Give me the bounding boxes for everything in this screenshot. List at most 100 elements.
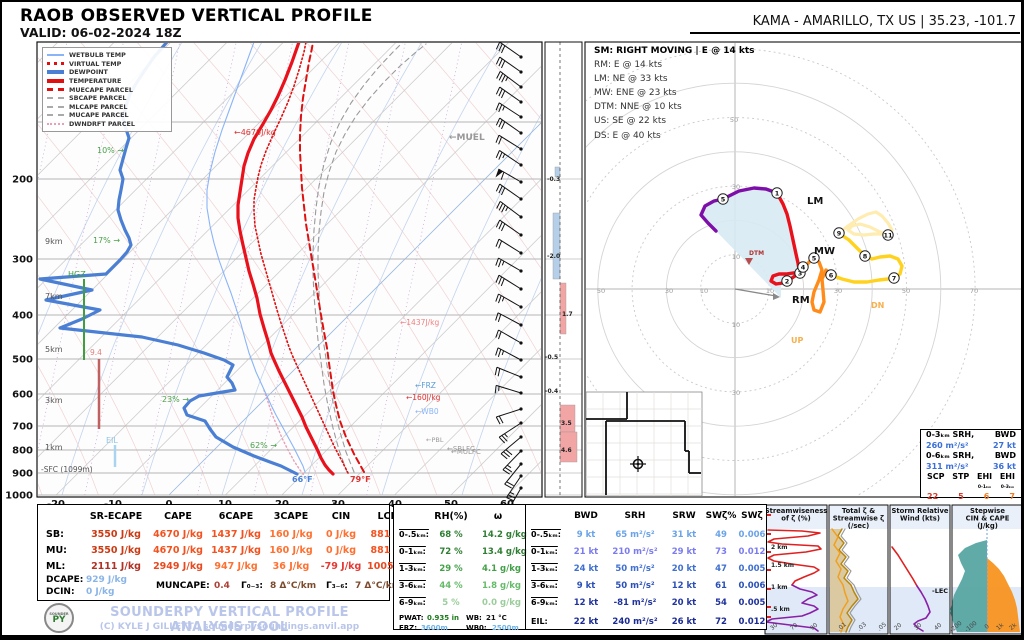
table-value: 947 J/kg — [214, 561, 257, 572]
shear-value: 0.006 — [739, 530, 766, 540]
table-value: 4670 J/kg — [153, 529, 203, 540]
svg-text:66°F: 66°F — [292, 475, 313, 484]
svg-text:DTM: DTM — [749, 250, 764, 257]
dcape-value: 929 J/kg — [86, 575, 127, 585]
svg-text:←WB0: ←WB0 — [415, 407, 439, 416]
table-value: 0 J/kg — [326, 545, 356, 556]
row-label: 1-3ₖₘ: — [531, 564, 558, 573]
row-label: 1-3ₖₘ: — [399, 564, 426, 573]
index-value: 22 — [927, 492, 938, 501]
storm-motion-line: LM: NE @ 33 kts — [594, 74, 784, 84]
legend-swatch — [47, 79, 64, 83]
shear-value: 49 — [715, 530, 727, 540]
srh-06-value: 311 m²/s² — [926, 462, 969, 473]
svg-text:-LEC: -LEC — [932, 587, 948, 595]
legend-item: WETBULB TEMP — [47, 51, 167, 60]
column-header: 3CAPE — [274, 511, 308, 522]
svg-text:4: 4 — [801, 263, 806, 271]
shear-value: 65 m²/s² — [615, 530, 654, 540]
svg-text:←4670J/kg: ←4670J/kg — [234, 128, 276, 137]
svg-text:LM: LM — [807, 196, 823, 207]
bwd-03-label: BWD — [995, 430, 1016, 441]
shear-value: 9 kt — [577, 581, 596, 591]
svg-text:.5 km: .5 km — [771, 606, 790, 613]
shear-value: 22 kt — [574, 617, 599, 627]
muncape-value: 0.4 — [214, 581, 230, 591]
bwd-03-value: 27 kt — [993, 441, 1016, 452]
shear-value: 0.005 — [739, 598, 766, 608]
dcin-value: 0 J/kg — [86, 587, 114, 597]
svg-text:800: 800 — [12, 446, 33, 457]
svg-text:9: 9 — [837, 229, 842, 237]
rh-value: 68 % — [439, 530, 462, 540]
muncape-label: MUNCAPE: — [156, 581, 210, 591]
svg-text:17% →: 17% → — [93, 236, 120, 245]
legend-item: MLCAPE PARCEL — [47, 103, 167, 112]
svg-text:200: 200 — [12, 175, 33, 186]
legend-label: SBCAPE PARCEL — [69, 94, 126, 102]
table-value: -79 J/kg — [321, 561, 362, 572]
shear-value: 54 — [715, 598, 727, 608]
sounding-figure: ←4670J/kg←MUEL10% →17% →9km7km5km3km1km-… — [0, 0, 1024, 640]
column-header: BWD — [574, 511, 598, 521]
srh-03-label: 0-3ₖₘ SRH, — [926, 430, 974, 441]
svg-text:1km: 1km — [45, 443, 63, 452]
svg-text:700: 700 — [12, 422, 33, 433]
lapse03-label: Γ₀₋₃: — [241, 581, 263, 591]
svg-text:1000: 1000 — [5, 491, 33, 502]
frz-label: FRZ: — [399, 624, 417, 632]
mixing-ratio-value: 1.8 g/kg — [482, 581, 521, 591]
shear-value: 0.012 — [739, 547, 766, 557]
storm-motion-line: US: SE @ 22 kts — [594, 116, 784, 126]
svg-text:2: 2 — [785, 277, 790, 285]
rh-value: 72 % — [439, 547, 462, 557]
legend-label: MUCAPE PARCEL — [69, 111, 129, 119]
omega-header: ω — [494, 511, 502, 522]
divider — [525, 504, 526, 630]
shear-value: -81 m²/s² — [614, 598, 657, 608]
table-value: 36 J/kg — [273, 561, 310, 572]
legend-label: TEMPERATURE — [69, 77, 121, 85]
legend-item: DWNDRFT PARCEL — [47, 120, 167, 129]
index-header: EHI0-1ₖₘ — [977, 472, 992, 492]
composite-index-headers: SCPSTPEHI0-1ₖₘEHI0-3ₖₘ — [921, 472, 1021, 492]
svg-text:-0.5: -0.5 — [545, 354, 558, 361]
storm-motion-line: RM: E @ 14 kts — [594, 60, 784, 70]
table-value: 3550 J/kg — [91, 545, 141, 556]
legend-label: MLCAPE PARCEL — [69, 103, 127, 111]
table-value: 0 J/kg — [326, 529, 356, 540]
svg-text:5: 5 — [721, 195, 726, 203]
srh-summary-box: 0-3ₖₘ SRH, BWD 260 m²/s² 27 kt 0-6ₖₘ SRH, B… — [920, 429, 1022, 498]
moisture-shear-tables: RH(%)ω0-.5ₖₘ:68 %14.2 g/kg0-1ₖₘ:72 %13.4… — [393, 504, 767, 630]
srh-03-value: 260 m²/s² — [926, 441, 969, 452]
shear-value: 20 kt — [672, 564, 697, 574]
svg-text:EIL: EIL — [106, 436, 118, 445]
shear-value: 24 kt — [574, 564, 599, 574]
svg-text:←PBL: ←PBL — [426, 436, 444, 444]
svg-text:UP: UP — [791, 336, 803, 345]
shear-value: 12 kt — [574, 598, 599, 608]
svg-text:9.4: 9.4 — [90, 348, 102, 357]
svg-text:RM: RM — [792, 295, 810, 306]
svg-text:600: 600 — [12, 390, 33, 401]
svg-text:400: 400 — [12, 311, 33, 322]
legend-label: WETBULB TEMP — [69, 51, 126, 59]
table-value: 1437 J/kg — [211, 529, 261, 540]
bwd-06-label: BWD — [995, 451, 1016, 462]
wb0-label: WB0: — [466, 624, 487, 632]
table-value: 4670 J/kg — [153, 545, 203, 556]
column-header: SWζ% — [706, 511, 737, 521]
legend-swatch — [47, 62, 64, 65]
srh-06-label: 0-6ₖₘ SRH, — [926, 451, 974, 462]
storm-motion-line: SM: RIGHT MOVING | E @ 14 kts — [594, 46, 784, 56]
svg-text:70: 70 — [970, 287, 978, 295]
row-label: 6-9ₖₘ: — [399, 598, 426, 607]
legend-label: DEWPOINT — [69, 68, 108, 76]
legend-swatch — [47, 106, 64, 108]
row-label: ML: — [46, 561, 65, 572]
svg-text:1 km: 1 km — [771, 584, 788, 591]
station-label: KAMA - AMARILLO, TX US | 35.23, -101.7 — [753, 14, 1016, 29]
shear-value: 0.012 — [739, 617, 766, 627]
row-label: 3-6ₖₘ: — [531, 581, 558, 590]
svg-text:9km: 9km — [45, 237, 63, 246]
